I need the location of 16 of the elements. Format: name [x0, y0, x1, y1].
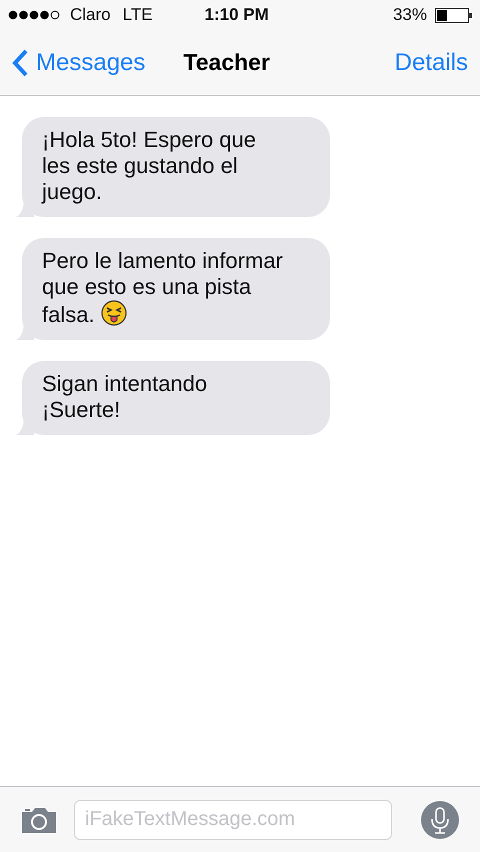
back-button[interactable]: Messages: [12, 44, 146, 80]
signal-icon: [8, 10, 62, 20]
message-bubble: ¡Hola 5to! Espero que les este gustando el juego.: [22, 117, 330, 217]
microphone-icon[interactable]: [420, 800, 460, 840]
camera-icon[interactable]: [20, 806, 58, 834]
chevron-left-icon: [12, 48, 28, 76]
message-bubble: Pero le lamento informar que esto es una pista falsa.: [22, 238, 330, 340]
battery-icon: [435, 8, 472, 22]
message-input-field[interactable]: iFakeTextMessage.com: [74, 800, 392, 840]
conversation-title: Teacher: [183, 48, 270, 78]
status-time: 1:10 PM: [204, 4, 269, 26]
details-button[interactable]: Details: [394, 44, 468, 80]
network-type: LTE: [122, 4, 153, 26]
message-bubble: Sigan intentando ¡Suerte!: [22, 361, 330, 435]
battery-percent: 33%: [392, 4, 427, 26]
carrier-name: Claro: [70, 4, 111, 26]
